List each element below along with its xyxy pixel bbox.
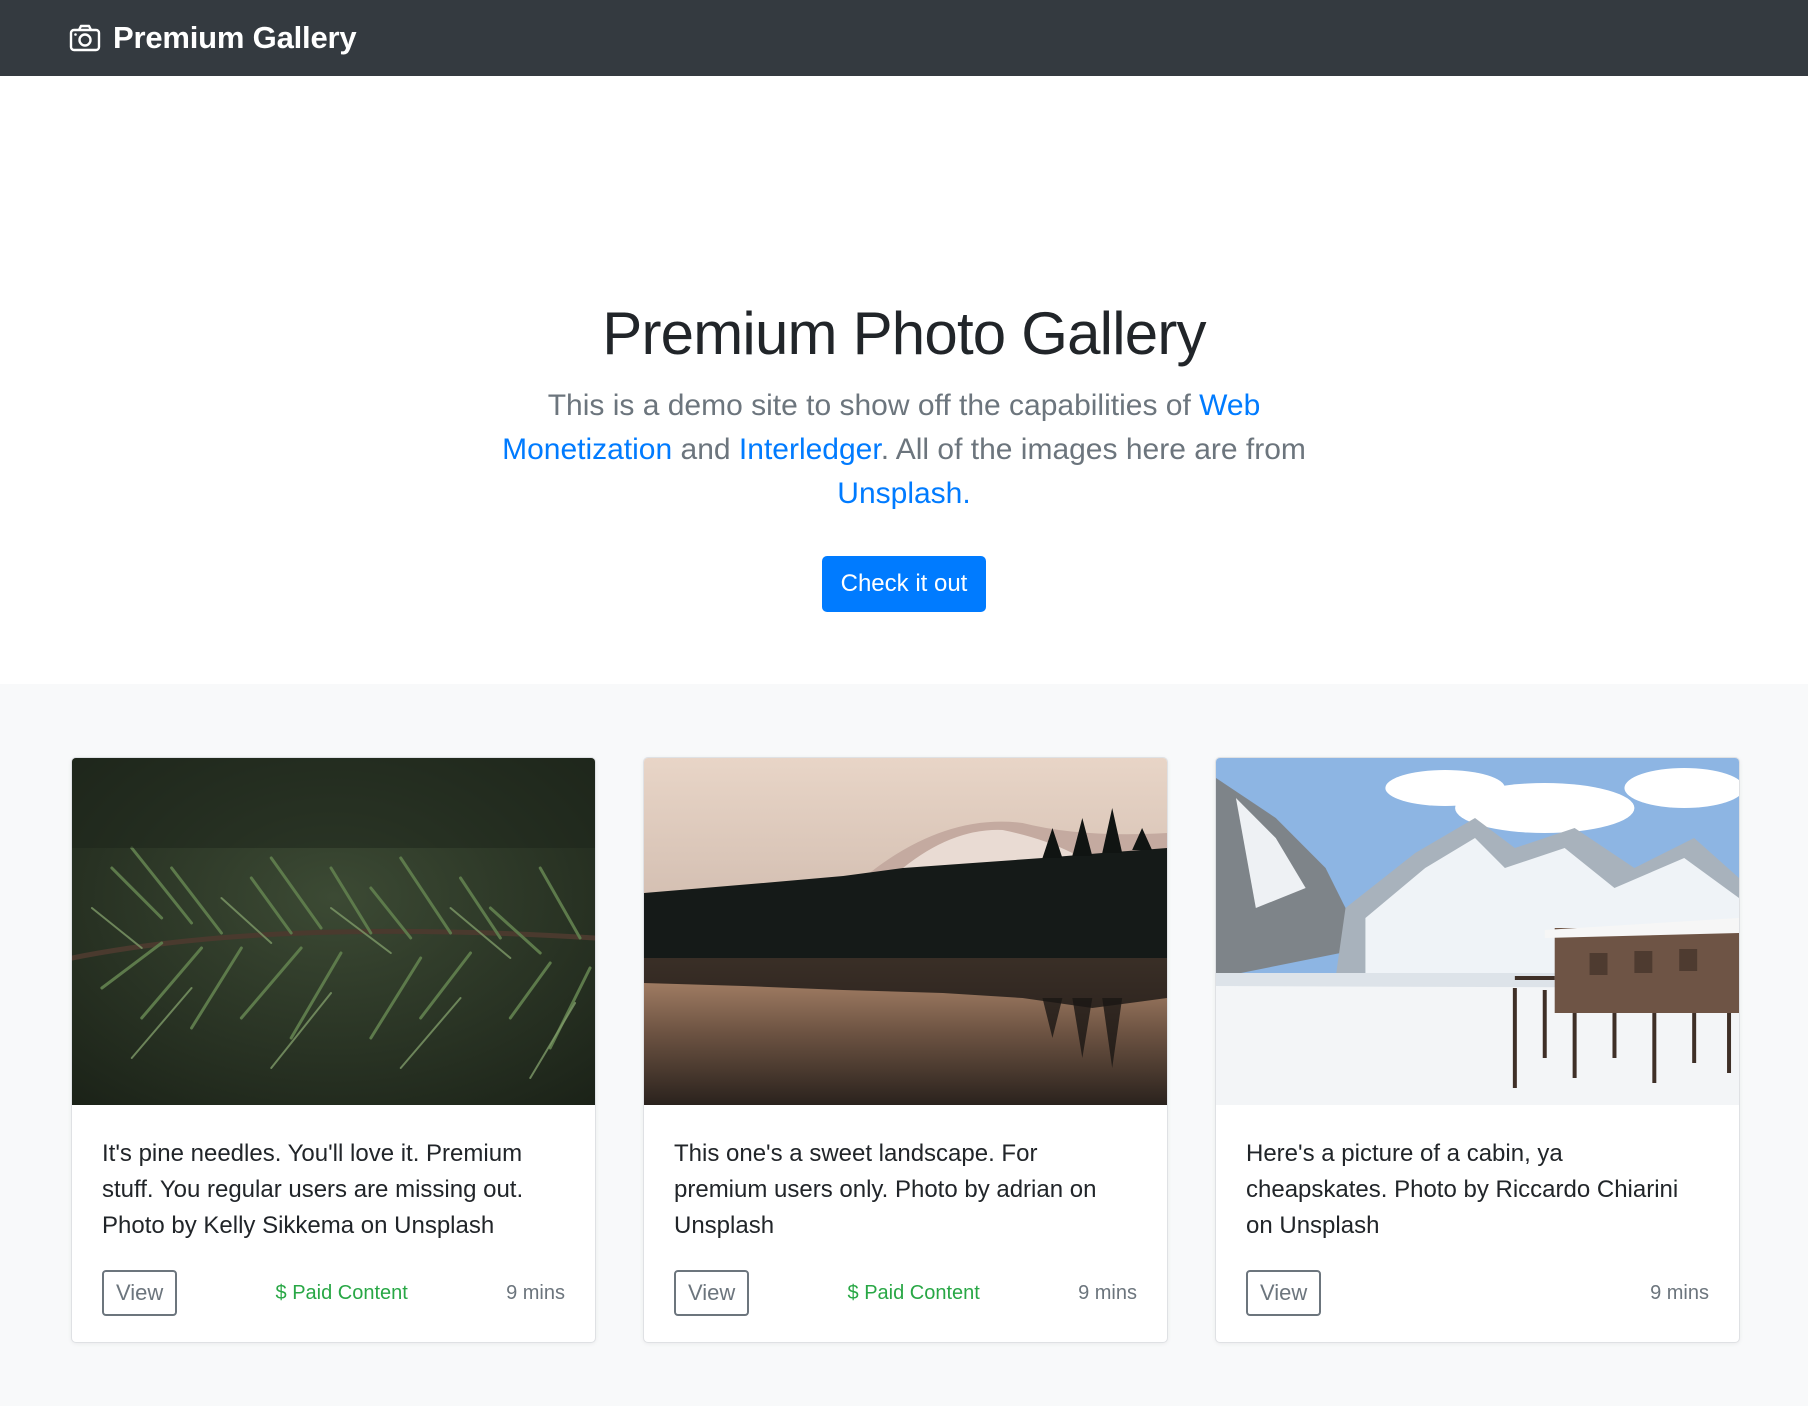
interledger-link[interactable]: Interledger: [739, 433, 881, 466]
card-description: It's pine needles. You'll love it. Premi…: [102, 1140, 524, 1239]
unsplash-link-period: .: [962, 477, 971, 510]
paid-content-badge: $ Paid Content: [847, 1281, 980, 1304]
hero-lead: This is a demo site to show off the capa…: [469, 384, 1339, 516]
unsplash-link[interactable]: Unsplash.: [837, 477, 970, 510]
card-description: This one's a sweet landscape. For premiu…: [674, 1140, 1097, 1239]
view-button[interactable]: View: [674, 1270, 750, 1316]
pine-needles-photo[interactable]: [72, 758, 595, 1105]
mountain-lake-image: [644, 758, 1167, 1105]
gallery-card: Here's a picture of a cabin, ya cheapska…: [1215, 757, 1740, 1343]
view-button[interactable]: View: [1246, 1270, 1322, 1316]
card-description: Here's a picture of a cabin, ya cheapska…: [1246, 1140, 1679, 1239]
hero-section: Premium Photo Gallery This is a demo sit…: [0, 76, 1808, 684]
hero-title: Premium Photo Gallery: [602, 300, 1206, 367]
brand-name: Premium Gallery: [113, 20, 357, 55]
pine-needles-image: [72, 758, 595, 1105]
view-button[interactable]: View: [102, 1270, 178, 1316]
card-footer: View 9 mins: [1246, 1270, 1709, 1316]
card-footer: View $ Paid Content 9 mins: [102, 1270, 565, 1316]
snowy-cabin-photo[interactable]: [1216, 758, 1739, 1105]
read-time: 9 mins: [506, 1281, 565, 1304]
card-body: It's pine needles. You'll love it. Premi…: [72, 1105, 595, 1342]
card-body: This one's a sweet landscape. For premiu…: [644, 1105, 1167, 1342]
mountain-lake-landscape-photo[interactable]: [644, 758, 1167, 1105]
brand-link[interactable]: Premium Gallery: [69, 20, 357, 56]
card-footer: View $ Paid Content 9 mins: [674, 1270, 1137, 1316]
unsplash-link-label: Unsplash: [837, 477, 963, 510]
camera-icon: [69, 24, 101, 52]
read-time: 9 mins: [1078, 1281, 1137, 1304]
top-navbar: Premium Gallery: [0, 0, 1808, 76]
gallery-card: It's pine needles. You'll love it. Premi…: [71, 757, 596, 1343]
card-body: Here's a picture of a cabin, ya cheapska…: [1216, 1105, 1739, 1342]
gallery-grid: It's pine needles. You'll love it. Premi…: [0, 684, 1808, 1343]
snowy-cabin-image: [1216, 758, 1739, 1105]
check-it-out-button[interactable]: Check it out: [821, 556, 987, 612]
lead-text-1: This is a demo site to show off the capa…: [547, 389, 1200, 422]
lead-text-3: . All of the images here are from: [880, 433, 1306, 466]
read-time: 9 mins: [1650, 1281, 1709, 1304]
lead-text-2: and: [672, 433, 739, 466]
gallery-card: This one's a sweet landscape. For premiu…: [643, 757, 1168, 1343]
paid-content-badge: $ Paid Content: [275, 1281, 408, 1304]
